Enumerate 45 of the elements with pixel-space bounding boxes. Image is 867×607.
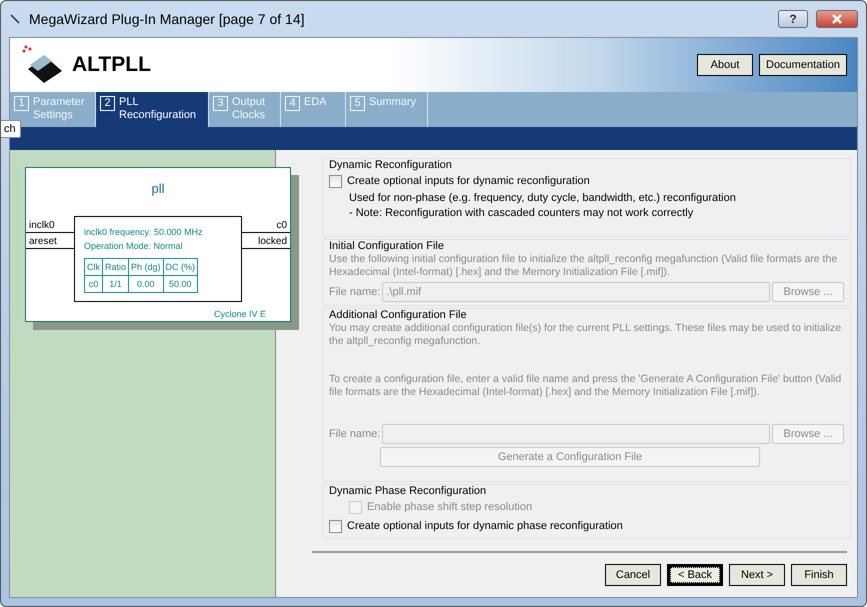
table-cell: 0.00 xyxy=(128,276,164,292)
documentation-button[interactable]: Documentation xyxy=(759,54,847,76)
table-cell: c0 xyxy=(84,276,102,292)
table-header: Ratio xyxy=(102,258,129,276)
description-text: You may create additional configuration file(s) for the current PLL settings. These files may be used to initialize the altpll_reconfig megafunction. xyxy=(329,322,842,348)
description-text: To create a configuration file, enter a valid file name and press the 'Generate A Configuration File' button (Valid file formats are the Hexadecimal (Intel-format) [.hex] and the Memory Initialization File [.mif]). xyxy=(329,373,842,399)
field-label: File name: xyxy=(329,286,380,298)
port-label: c0 xyxy=(276,220,287,231)
group-title: Dynamic Reconfiguration xyxy=(329,159,453,171)
table-header: DC (%) xyxy=(163,258,198,276)
finish-button[interactable]: Finish xyxy=(791,564,847,586)
about-button[interactable]: About xyxy=(697,54,753,76)
close-icon xyxy=(831,14,843,24)
window-title: MegaWizard Plug-In Manager [page 7 of 14] xyxy=(29,11,306,27)
table-header: Ph (dg) xyxy=(128,258,164,276)
back-button[interactable]: < Back xyxy=(667,564,723,586)
table-cell: 50.00 xyxy=(163,276,198,292)
wand-icon xyxy=(9,13,21,25)
port-label: areset xyxy=(29,236,57,247)
port-label: inclk0 xyxy=(29,220,55,231)
port-label: locked xyxy=(258,236,287,247)
checkbox-option[interactable]: Create optional inputs for dynamic reconfiguration xyxy=(329,172,844,190)
symbol-info: inclk0 frequency: 50.000 MHz xyxy=(84,226,204,239)
checkbox[interactable] xyxy=(329,520,342,532)
close-button[interactable] xyxy=(816,10,858,28)
symbol-name: pll xyxy=(150,181,166,196)
group-title: Additional Configuration File xyxy=(329,309,468,321)
table-cell: 1/1 xyxy=(102,276,129,292)
help-button[interactable]: ? xyxy=(778,10,808,28)
checkbox-option[interactable]: Create optional inputs for dynamic phase reconfiguration xyxy=(329,517,844,535)
cancel-button[interactable]: Cancel xyxy=(605,564,661,586)
group-title: Initial Configuration File xyxy=(329,240,445,252)
tooltip: ch xyxy=(1,120,21,138)
note-text: - Note: Reconfiguration with cascaded counters may not work correctly xyxy=(348,206,694,220)
table-header: Clk xyxy=(84,258,102,276)
field-label: File name: xyxy=(329,428,380,440)
checkbox[interactable] xyxy=(329,174,342,188)
note-text: Used for non-phase (e.g. frequency, duty cycle, bandwidth, etc.) reconfiguration xyxy=(348,191,737,205)
next-button[interactable]: Next > xyxy=(729,564,785,586)
group-title: Dynamic Phase Reconfiguration xyxy=(329,485,488,497)
wizard-tab[interactable]: 2 PLL Reconfiguration xyxy=(96,92,209,127)
device-label: Cyclone IV E xyxy=(214,309,266,319)
header-title: ALTPLL xyxy=(72,53,152,77)
description-text: Use the following initial configuration file to initialize the altpll_reconfig megafunction (Valid file formats are the Hexadecimal (Intel-format) [.hex] and the Memory Initialization File [.mif]). xyxy=(329,253,838,279)
symbol-info: Operation Mode: Normal xyxy=(84,240,184,253)
